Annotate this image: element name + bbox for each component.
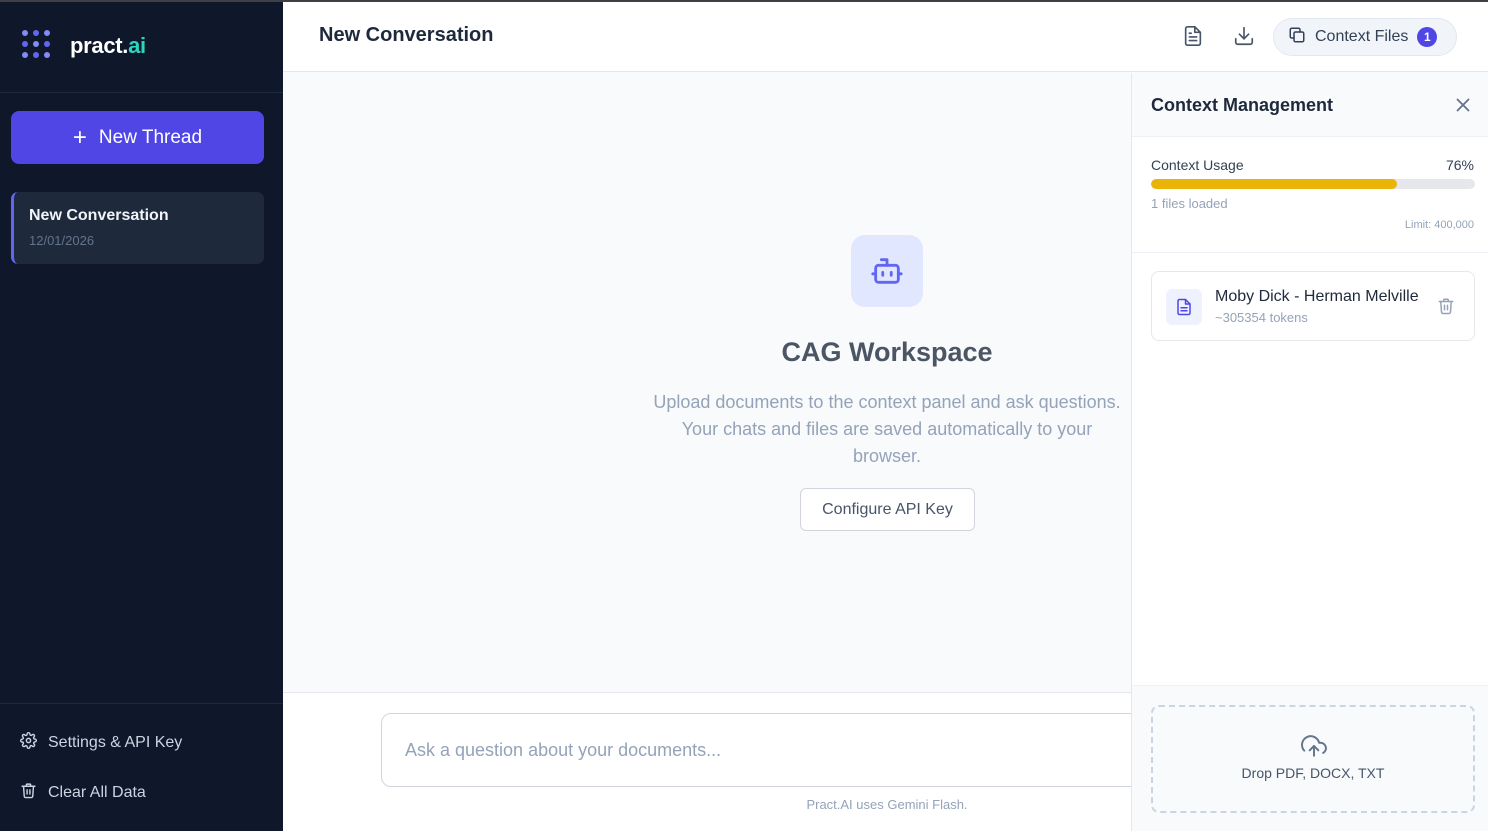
page-title: New Conversation	[319, 24, 494, 46]
clear-data-link[interactable]: Clear All Data	[20, 782, 146, 804]
question-input[interactable]	[381, 713, 1161, 787]
sidebar-divider-bottom	[0, 703, 283, 704]
gear-icon	[20, 732, 48, 754]
files-icon	[1288, 26, 1306, 49]
context-count-badge: 1	[1417, 27, 1438, 47]
dropzone-label: Drop PDF, DOCX, TXT	[1241, 765, 1385, 781]
composer: Pract.AI uses Gemini Flash.	[283, 692, 1161, 831]
plus-icon: +	[72, 123, 87, 151]
token-limit: Limit: 400,000	[1404, 219, 1474, 231]
panel-header: Context Management	[1132, 73, 1488, 137]
thread-title: New Conversation	[29, 207, 169, 224]
configure-api-key-button[interactable]: Configure API Key	[800, 488, 975, 531]
trash-icon	[20, 782, 48, 804]
description-line: Upload documents to the context panel an…	[653, 392, 1121, 412]
download-icon[interactable]	[1231, 23, 1257, 49]
sidebar: pract.ai + New Thread New Conversation 1…	[0, 0, 283, 831]
new-thread-label: New Thread	[98, 126, 203, 148]
thread-date: 12/01/2026	[29, 233, 95, 248]
context-usage-fill	[1151, 179, 1398, 189]
context-panel: Context Management Context Usage 76% 1 f…	[1131, 73, 1488, 831]
context-usage-label: Context Usage	[1151, 157, 1244, 173]
settings-link[interactable]: Settings & API Key	[20, 732, 182, 754]
description-line: browser.	[852, 446, 922, 466]
top-header: New Conversation Context Files 1	[283, 2, 1488, 72]
thread-item-new-conversation[interactable]: New Conversation 12/01/2026	[11, 192, 264, 264]
file-tokens: ~305354 tokens	[1215, 310, 1308, 325]
brand-dots-icon	[22, 30, 54, 62]
description-line: Your chats and files are saved automatic…	[681, 419, 1093, 439]
settings-label: Settings & API Key	[48, 734, 183, 751]
file-name: Moby Dick - Herman Melville	[1215, 288, 1419, 305]
context-usage-bar	[1151, 179, 1475, 189]
panel-title: Context Management	[1151, 95, 1334, 115]
brand-logo: pract.ai	[22, 30, 146, 62]
cloud-upload-icon	[1301, 733, 1327, 764]
workspace-description: Upload documents to the context panel an…	[632, 389, 1142, 470]
panel-divider	[1132, 252, 1488, 253]
files-loaded-count: 1 files loaded	[1151, 196, 1228, 211]
upload-area: Drop PDF, DOCX, TXT	[1132, 685, 1488, 831]
context-files-button[interactable]: Context Files 1	[1273, 18, 1457, 56]
workspace-area: CAG Workspace Upload documents to the co…	[283, 73, 1132, 692]
robot-icon	[851, 235, 923, 307]
document-icon[interactable]	[1180, 23, 1206, 49]
brand-name: pract.ai	[70, 33, 146, 58]
file-card[interactable]: Moby Dick - Herman Melville ~305354 toke…	[1151, 271, 1475, 341]
context-usage-percent: 76%	[1445, 157, 1474, 173]
file-text-icon	[1166, 289, 1202, 325]
file-dropzone[interactable]: Drop PDF, DOCX, TXT	[1151, 705, 1475, 813]
delete-file-icon[interactable]	[1437, 297, 1457, 317]
close-icon[interactable]	[1452, 94, 1474, 116]
window-top-edge	[0, 0, 1488, 2]
clear-data-label: Clear All Data	[48, 784, 146, 801]
new-thread-button[interactable]: + New Thread	[11, 111, 264, 164]
context-files-label: Context Files	[1315, 28, 1409, 45]
sidebar-divider	[0, 92, 283, 93]
